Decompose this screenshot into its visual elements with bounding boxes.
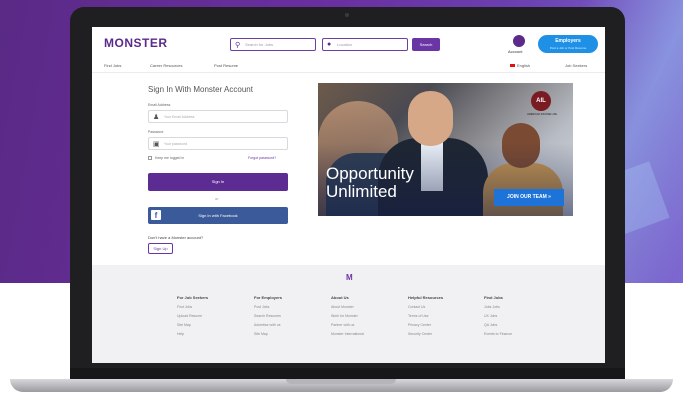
employers-button-sublabel: Post a Job or Post Resume [549,46,587,50]
footer-link[interactable]: Jobs Jobs [484,305,554,309]
location-pin-icon: ● [327,41,332,48]
password-field[interactable]: ▣ Your password [148,137,288,150]
person-center-head [408,91,453,146]
laptop-screen: MONSTER ⚲ Search for Jobs ● Location Sea… [92,27,605,363]
nav-item-find-jobs[interactable]: Find Jobs [104,63,121,68]
footer-link[interactable]: Work for Monster [331,314,401,318]
footer-link[interactable]: Monster International [331,332,401,336]
monster-logo[interactable]: MONSTER [104,36,168,50]
promo-banner[interactable]: AIL AMERICAN INCOME LIFE Opportunity Unl… [318,83,573,216]
footer-link[interactable]: Post Jobs [254,305,324,309]
account-label[interactable]: Account [508,49,522,54]
join-our-team-button[interactable]: JOIN OUR TEAM » [494,189,564,206]
footer-column-heading: For Employers [254,295,283,300]
flag-icon [510,64,515,68]
user-icon: ♟ [153,114,160,121]
keep-logged-in-label: Keep me logged in [155,156,185,160]
promo-headline-line1: Opportunity [326,164,414,183]
footer-column-find-jobs: Find Jobs Jobs Jobs UX Jobs QA Jobs Even… [484,295,554,341]
join-our-team-label: JOIN OUR TEAM [507,194,547,200]
lock-icon: ▣ [153,141,160,148]
account-avatar-icon[interactable] [513,35,525,47]
ail-logo-text: AMERICAN INCOME LIFE [527,113,557,116]
footer-link[interactable]: Contact Us [408,305,478,309]
password-placeholder: Your password [164,142,188,146]
footer-column-job-seekers: For Job Seekers Find Jobs Upload Resume … [177,295,247,341]
language-label: English [517,63,531,68]
language-selector[interactable]: English [510,63,530,68]
footer-link[interactable]: Partner with us [331,323,401,327]
footer-link[interactable]: Site Map [177,323,247,327]
footer-column-heading: Helpful Resources [408,295,444,300]
job-search-placeholder: Search for Jobs [245,42,274,47]
footer-link[interactable]: QA Jobs [484,323,554,327]
email-field[interactable]: ♟ Your Email Address [148,110,288,123]
signin-title: Sign In With Monster Account [148,85,253,94]
footer-link[interactable]: Site Map [254,332,324,336]
nav-item-career-resources[interactable]: Career Resources [150,63,182,68]
webcam-icon [345,13,349,17]
footer-link[interactable]: Events to Finance [484,332,554,336]
signup-button[interactable]: Sign Up [148,243,173,254]
search-icon: ⚲ [235,42,241,49]
forgot-password-link[interactable]: Forgot password? [248,156,276,160]
job-search-input[interactable]: ⚲ Search for Jobs [230,38,316,51]
facebook-signin-label: Sign In with Facebook [198,213,238,218]
footer-column-employers: For Employers Post Jobs Search Resumes A… [254,295,324,341]
signin-button[interactable]: Sign In [148,173,288,191]
password-label: Password [148,130,164,134]
checkbox-icon [148,156,152,161]
location-input[interactable]: ● Location [322,38,408,51]
email-placeholder: Your Email Address [164,115,195,119]
footer-link[interactable]: Upload Resume [177,314,247,318]
nav-item-post-resume[interactable]: Post Resume [214,63,238,68]
no-account-text: Don't have a Monster account? [148,235,204,240]
employers-button[interactable]: Employers Post a Job or Post Resume [538,35,598,53]
footer-column-about: About Us About Monster Work for Monster … [331,295,401,341]
laptop-notch [286,379,396,384]
footer-link[interactable]: Help [177,332,247,336]
email-label: Email Address [148,103,171,107]
footer-monster-logo: M [346,273,353,282]
footer-link[interactable]: Search Resumes [254,314,324,318]
main-nav: Find Jobs Career Resources Post Resume E… [92,61,605,73]
search-button[interactable]: Search [412,38,440,51]
or-divider: or [215,196,219,201]
ail-logo-icon: AIL [531,91,551,111]
nav-job-seekers-link[interactable]: Job Seekers [565,63,587,68]
footer-link[interactable]: Security Center [408,332,478,336]
employers-button-label: Employers [555,38,581,44]
footer-link[interactable]: About Monster [331,305,401,309]
promo-headline-line2: Unlimited [326,182,397,201]
site-footer: M For Job Seekers Find Jobs Upload Resum… [92,265,605,363]
location-placeholder: Location [337,42,353,47]
facebook-signin-button[interactable]: f Sign In with Facebook [148,207,288,224]
footer-link[interactable]: Advertise with us [254,323,324,327]
double-chevron-right-icon: » [548,194,551,200]
footer-link[interactable]: Privacy Center [408,323,478,327]
site-header: MONSTER ⚲ Search for Jobs ● Location Sea… [92,27,605,57]
footer-link[interactable]: UX Jobs [484,314,554,318]
footer-link[interactable]: Terms of Use [408,314,478,318]
footer-link[interactable]: Find Jobs [177,305,247,309]
keep-logged-in-checkbox[interactable]: Keep me logged in [148,156,185,161]
footer-column-heading: For Job Seekers [177,295,209,300]
footer-column-heading: Find Jobs [484,295,503,300]
promo-headline: Opportunity Unlimited [326,165,414,201]
footer-column-heading: About Us [331,295,349,300]
footer-column-resources: Helpful Resources Contact Us Terms of Us… [408,295,478,341]
